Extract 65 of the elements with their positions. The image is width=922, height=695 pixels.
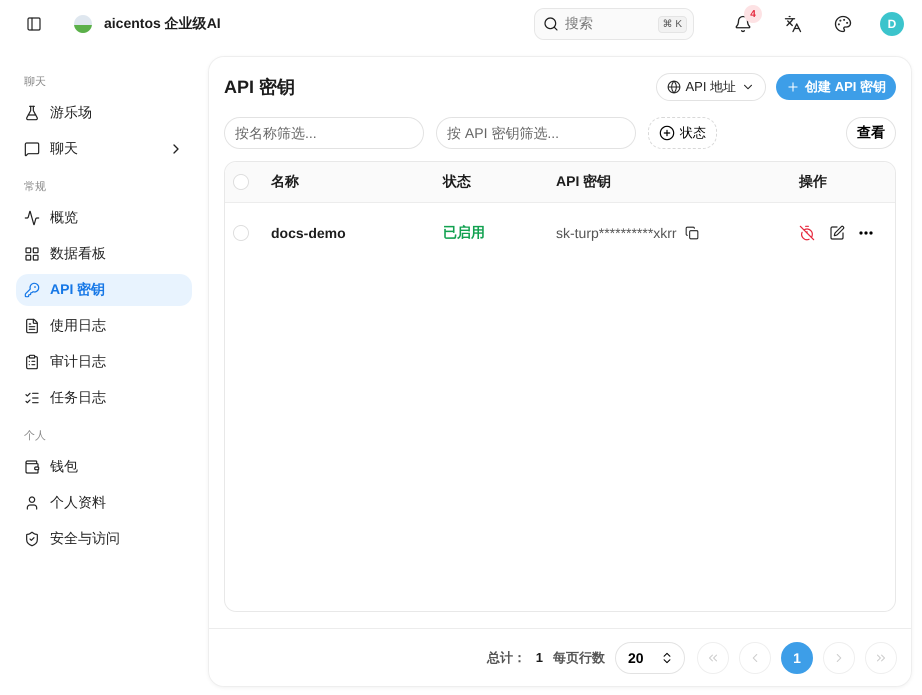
- copy-button[interactable]: [684, 226, 699, 240]
- sidebar-item[interactable]: 概览: [16, 202, 192, 234]
- column-header: 状态: [443, 173, 472, 191]
- sidebar-item[interactable]: 审计日志: [16, 346, 192, 378]
- sidebar-item[interactable]: 数据看板: [16, 238, 192, 270]
- sidebar-item[interactable]: 游乐场: [16, 97, 192, 129]
- ellipsis-icon: [859, 231, 873, 235]
- sidebar-item[interactable]: 安全与访问: [16, 523, 192, 555]
- sidebar-item[interactable]: API 密钥: [16, 274, 192, 306]
- pulse-icon: [24, 210, 40, 226]
- flask-icon: [24, 105, 40, 121]
- shield-check-icon: [24, 531, 40, 547]
- notification-count: 4: [744, 5, 762, 23]
- section-title: 常规: [23, 180, 47, 195]
- app-name: aicentos 企业级AI: [104, 15, 221, 33]
- grid-icon: [24, 246, 40, 262]
- page-size-label: 每页行数: [553, 648, 605, 666]
- user-icon: [24, 495, 40, 511]
- column-header: 名称: [271, 173, 300, 191]
- globe-icon: [666, 80, 681, 94]
- section-title: 聊天: [23, 75, 47, 90]
- copy-icon: [684, 226, 699, 240]
- palette-icon: [834, 15, 852, 33]
- key-filter-field[interactable]: 按 API 密钥筛选...: [436, 117, 636, 149]
- page-title: API 密钥: [224, 76, 296, 99]
- checklist-icon: [24, 390, 40, 406]
- api-address-button[interactable]: API 地址: [656, 73, 766, 101]
- wallet-icon: [24, 459, 40, 475]
- search-icon: [543, 16, 559, 32]
- shortcut-hint: ⌘ K: [658, 16, 687, 32]
- total-count: 1: [536, 650, 543, 665]
- plus-circle-icon: [659, 125, 675, 141]
- sidebar-panel-icon: [26, 16, 42, 32]
- sidebar-item[interactable]: 使用日志: [16, 310, 192, 342]
- more-button[interactable]: [859, 231, 873, 235]
- pen-icon: [829, 225, 845, 241]
- key-name: docs-demo: [271, 225, 347, 241]
- plus-icon: [786, 80, 800, 94]
- sidebar-item[interactable]: 个人资料: [16, 487, 192, 519]
- sidebar-item[interactable]: 聊天: [16, 133, 192, 165]
- document-icon: [24, 318, 40, 334]
- status-label: 已启用: [443, 224, 485, 240]
- key-icon: [24, 282, 40, 298]
- logo-icon: [74, 15, 92, 33]
- row-checkbox[interactable]: [233, 225, 249, 241]
- sidebar-item[interactable]: 钱包: [16, 451, 192, 483]
- edit-button[interactable]: [829, 225, 845, 241]
- disable-button[interactable]: [799, 225, 815, 241]
- api-key-value: sk-turp**********xkrr: [556, 225, 677, 241]
- name-filter-field[interactable]: 按名称筛选...: [224, 117, 424, 149]
- column-header: 操作: [799, 173, 828, 191]
- section-title: 个人: [23, 429, 47, 444]
- page-size-select[interactable]: 20: [615, 642, 685, 674]
- clipboard-icon: [24, 354, 40, 370]
- timer-off-icon: [799, 225, 815, 241]
- sidebar-item[interactable]: 任务日志: [16, 382, 192, 414]
- chat-bubble-icon: [24, 141, 40, 157]
- total-label: 总计：: [486, 648, 526, 666]
- select-all-checkbox[interactable]: [233, 174, 249, 190]
- column-header: API 密钥: [556, 173, 612, 191]
- search-field[interactable]: 搜索 ⌘ K: [534, 8, 694, 40]
- translate-icon: [784, 15, 802, 33]
- status-filter-button[interactable]: 状态: [648, 117, 717, 149]
- bell-icon: [734, 15, 752, 33]
- view-button[interactable]: 查看: [846, 117, 896, 149]
